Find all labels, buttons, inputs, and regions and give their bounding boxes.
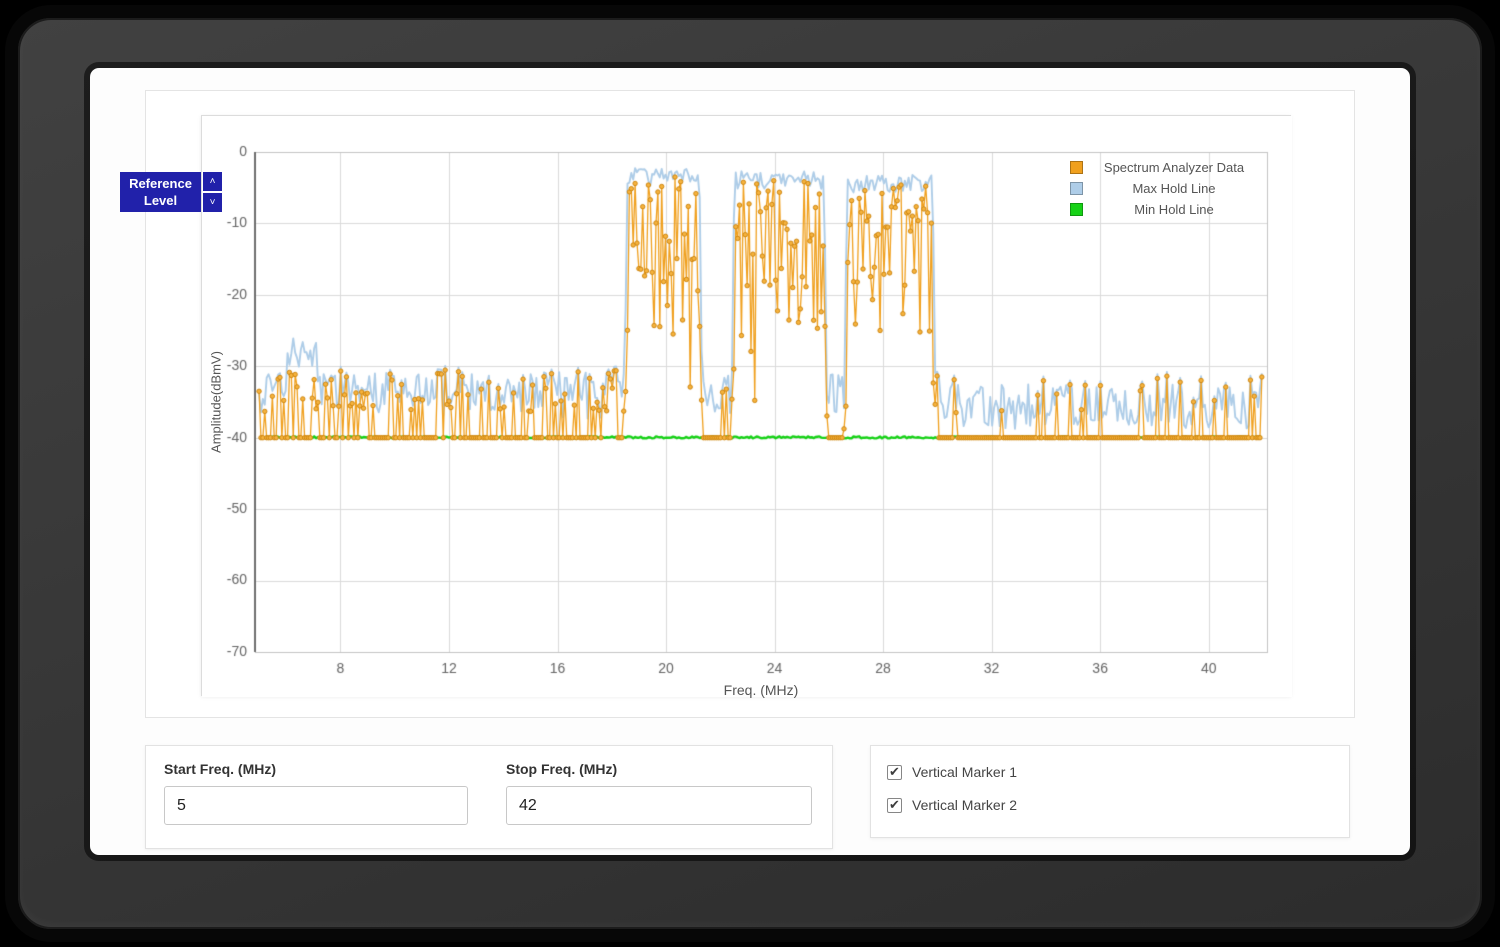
vertical-markers-card: Vertical Marker 1 Vertical Marker 2: [870, 745, 1350, 838]
vertical-marker-2-checkbox[interactable]: [887, 797, 902, 813]
stop-freq-label: Stop Freq. (MHz): [506, 761, 618, 777]
chart-panel: Amplitude(dBmV) Freq. (MHz) Spectrum Ana…: [145, 90, 1355, 718]
vertical-marker-1-checkbox[interactable]: [887, 764, 902, 780]
start-freq-label: Start Freq. (MHz): [164, 761, 276, 777]
start-freq-input[interactable]: [164, 786, 468, 825]
reference-level-down-button[interactable]: ˅: [203, 193, 222, 212]
vertical-marker-2-label: Vertical Marker 2: [912, 797, 1018, 813]
legend-item-spectrum: Spectrum Analyzer Data: [1070, 157, 1262, 178]
legend-label: Spectrum Analyzer Data: [1103, 160, 1245, 175]
vertical-marker-2-row[interactable]: Vertical Marker 2: [887, 793, 1333, 817]
chart-legend: Spectrum Analyzer Data Max Hold Line Min…: [1070, 157, 1262, 220]
max-hold-swatch-icon: [1070, 182, 1083, 195]
y-axis-label: Amplitude(dBmV): [208, 351, 224, 453]
x-axis-label: Freq. (MHz): [723, 682, 799, 698]
frequency-settings-card: Start Freq. (MHz) Stop Freq. (MHz): [145, 745, 833, 849]
legend-item-min-hold: Min Hold Line: [1070, 199, 1262, 220]
chevron-up-icon: ˄: [209, 175, 216, 187]
legend-item-max-hold: Max Hold Line: [1070, 178, 1262, 199]
reference-level-spinner: ˄ ˅: [203, 172, 222, 212]
vertical-marker-1-label: Vertical Marker 1: [912, 764, 1018, 780]
reference-level-up-button[interactable]: ˄: [203, 172, 222, 191]
reference-level-label: Reference Level: [120, 172, 201, 212]
chart-card: Amplitude(dBmV) Freq. (MHz) Spectrum Ana…: [201, 115, 1292, 698]
legend-label: Min Hold Line: [1134, 202, 1214, 217]
min-hold-swatch-icon: [1070, 203, 1083, 216]
chevron-down-icon: ˅: [209, 196, 216, 208]
spectrum-data-swatch-icon: [1070, 161, 1083, 174]
page: Amplitude(dBmV) Freq. (MHz) Spectrum Ana…: [0, 0, 1500, 947]
legend-label: Max Hold Line: [1132, 181, 1216, 196]
screen: Amplitude(dBmV) Freq. (MHz) Spectrum Ana…: [90, 68, 1410, 855]
vertical-marker-1-row[interactable]: Vertical Marker 1: [887, 760, 1333, 784]
stop-freq-input[interactable]: [506, 786, 812, 825]
reference-level-control: Reference Level ˄ ˅: [120, 172, 222, 212]
